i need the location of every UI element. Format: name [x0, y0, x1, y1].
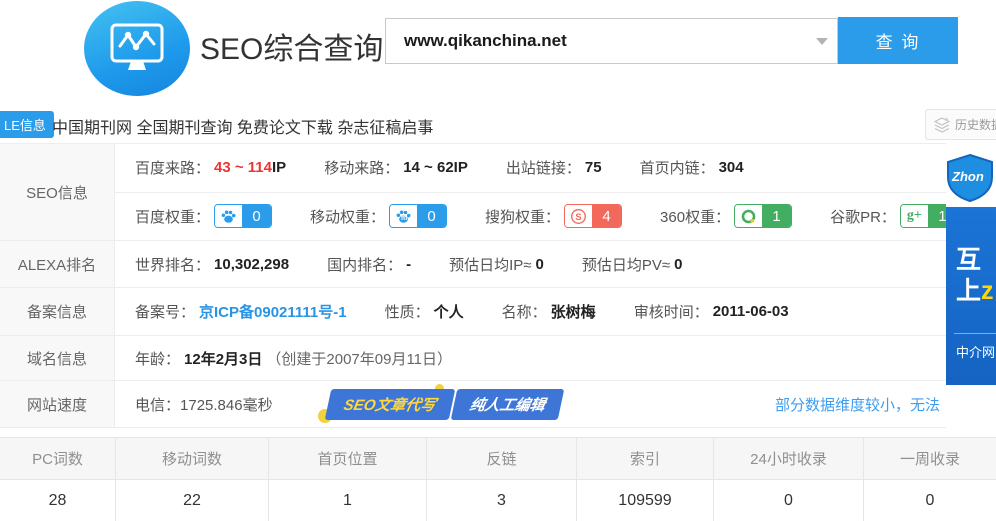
domain-label: 域名信息 [0, 336, 115, 380]
seo-info-row: SEO信息 百度来路： 43 ~ 114 IP 移动来路： 14 ~ 62 IP… [0, 144, 946, 241]
domestic-rank: 国内排名： - [327, 254, 411, 275]
baidu-traffic: 百度来路： 43 ~ 114 IP [135, 157, 286, 178]
360-weight-badge[interactable]: 1 [734, 204, 792, 228]
speed-content: 电信： 1725.846毫秒 SEO文章代写 纯人工编辑 部分数据维度较小，无法 [115, 381, 946, 427]
history-data-label: 历史数据 [955, 116, 996, 133]
banner-blue-area: 互 上z 中介网 [946, 207, 996, 385]
history-data-button[interactable]: 历史数据 [925, 109, 996, 140]
icp-number: 备案号： 京ICP备09021111号-1 [135, 301, 347, 322]
ad-ribbon-1: SEO文章代写 [324, 389, 454, 420]
banner-line2: 上z [956, 275, 996, 307]
baidu-mobile-paw-icon: m [390, 205, 417, 227]
world-rank: 世界排名： 10,302,298 [135, 254, 289, 275]
homepage-inlinks: 首页内链： 304 [640, 157, 744, 178]
icp-audit-time: 审核时间： 2011-06-03 [634, 301, 789, 322]
title-info-badge: LE信息 [0, 111, 54, 138]
data-note-link[interactable]: 部分数据维度较小，无法 [775, 394, 940, 415]
traffic-subrow: 百度来路： 43 ~ 114 IP 移动来路： 14 ~ 62 IP 出站链接：… [115, 144, 996, 193]
stats-value-row: 28 22 1 3 109599 0 0 [0, 480, 996, 521]
outbound-links: 出站链接： 75 [506, 157, 602, 178]
alexa-label: ALEXA排名 [0, 241, 115, 287]
stats-header-row: PC词数 移动词数 首页位置 反链 索引 24小时收录 一周收录 [0, 438, 996, 480]
est-daily-pv: 预估日均PV≈ 0 [582, 254, 683, 275]
domain-row: 域名信息 年龄： 12年2月3日 （创建于2007年09月11日） [0, 336, 946, 381]
sogou-weight-badge[interactable]: S 4 [564, 204, 622, 228]
stats-header-cell: 一周收录 [863, 438, 996, 479]
ad-ribbon-2: 纯人工编辑 [451, 389, 565, 420]
domain-age: 年龄： 12年2月3日 （创建于2007年09月11日） [135, 348, 452, 369]
icp-number-link[interactable]: 京ICP备09021111号-1 [199, 301, 347, 322]
alexa-content: 世界排名： 10,302,298 国内排名： - 预估日均IP≈ 0 预估日均P… [115, 241, 946, 287]
keyword-stats-table: PC词数 移动词数 首页位置 反链 索引 24小时收录 一周收录 28 22 1… [0, 437, 996, 521]
page-title: SEO综合查询 [200, 24, 383, 68]
banner-footer: 中介网 [956, 342, 996, 361]
search-input[interactable] [385, 18, 838, 64]
google-pr: 谷歌PR： g+ 1 [830, 204, 958, 228]
sogou-weight: 搜狗权重： S 4 [485, 204, 622, 228]
monitor-chart-icon [106, 20, 168, 78]
stats-header-cell: 索引 [576, 438, 713, 479]
stats-value-cell: 3 [426, 480, 576, 521]
stats-value-cell: 1 [268, 480, 426, 521]
stats-header-cell: 反链 [426, 438, 576, 479]
baidu-weight-badge[interactable]: 0 [214, 204, 272, 228]
query-button[interactable]: 查 询 [838, 17, 958, 64]
seo-info-label: SEO信息 [0, 144, 115, 240]
seo-writing-ad[interactable]: SEO文章代写 纯人工编辑 [328, 389, 562, 420]
google-plus-icon: g+ [901, 205, 928, 227]
icp-label: 备案信息 [0, 288, 115, 335]
stats-value-cell: 109599 [576, 480, 713, 521]
alexa-row: ALEXA排名 世界排名： 10,302,298 国内排名： - 预估日均IP≈… [0, 241, 946, 288]
stats-header-cell: PC词数 [0, 438, 115, 479]
360-weight: 360权重： 1 [660, 204, 792, 228]
banner-divider [954, 333, 996, 334]
360-ring-icon [735, 205, 762, 227]
sogou-s-icon: S [565, 205, 592, 227]
stats-header-cell: 移动词数 [115, 438, 268, 479]
svg-text:S: S [575, 212, 581, 222]
shield-logo-icon: Zhon [946, 153, 996, 203]
est-daily-ip: 预估日均IP≈ 0 [449, 254, 544, 275]
icp-content: 备案号： 京ICP备09021111号-1 性质： 个人 名称： 张树梅 审核时… [115, 288, 946, 335]
zhongjie-banner-ad[interactable]: Zhon 互 上z 中介网 [946, 148, 996, 385]
speed-label: 网站速度 [0, 381, 115, 427]
site-logo [84, 1, 190, 96]
icp-nature: 性质： 个人 [385, 301, 464, 322]
domain-content: 年龄： 12年2月3日 （创建于2007年09月11日） [115, 336, 946, 380]
mobile-weight-badge[interactable]: m 0 [389, 204, 447, 228]
baidu-weight: 百度权重： 0 [135, 204, 272, 228]
seo-info-content: 百度来路： 43 ~ 114 IP 移动来路： 14 ~ 62 IP 出站链接：… [115, 144, 996, 240]
seo-query-page: SEO综合查询 查 询 LE信息 中国期刊网 全国期刊查询 免费论文下载 杂志征… [0, 0, 996, 521]
stats-value-cell: 22 [115, 480, 268, 521]
stats-value-cell: 0 [863, 480, 996, 521]
layers-icon [934, 117, 950, 133]
mobile-weight: 移动权重： m [310, 204, 447, 228]
mobile-traffic: 移动来路： 14 ~ 62 IP [324, 157, 468, 178]
banner-line1: 互 [956, 245, 996, 275]
weights-subrow: 百度权重： 0 [115, 193, 996, 241]
stats-header-cell: 24小时收录 [713, 438, 863, 479]
svg-text:Zhon: Zhon [951, 169, 984, 184]
seo-main-table: SEO信息 百度来路： 43 ~ 114 IP 移动来路： 14 ~ 62 IP… [0, 143, 946, 428]
stats-value-cell: 0 [713, 480, 863, 521]
dropdown-caret-icon[interactable] [816, 38, 828, 45]
icp-name: 名称： 张树梅 [502, 301, 596, 322]
site-title-text: 中国期刊网 全国期刊查询 免费论文下载 杂志征稿启事 [52, 114, 433, 138]
baidu-paw-icon [215, 205, 242, 227]
stats-value-cell: 28 [0, 480, 115, 521]
speed-row: 网站速度 电信： 1725.846毫秒 SEO文章代写 纯人工编辑 部分数据维度… [0, 381, 946, 428]
stats-header-cell: 首页位置 [268, 438, 426, 479]
banner-logo-area: Zhon [946, 148, 996, 207]
icp-row: 备案信息 备案号： 京ICP备09021111号-1 性质： 个人 名称： 张树… [0, 288, 946, 336]
telecom-speed: 电信： 1725.846毫秒 [135, 394, 273, 415]
